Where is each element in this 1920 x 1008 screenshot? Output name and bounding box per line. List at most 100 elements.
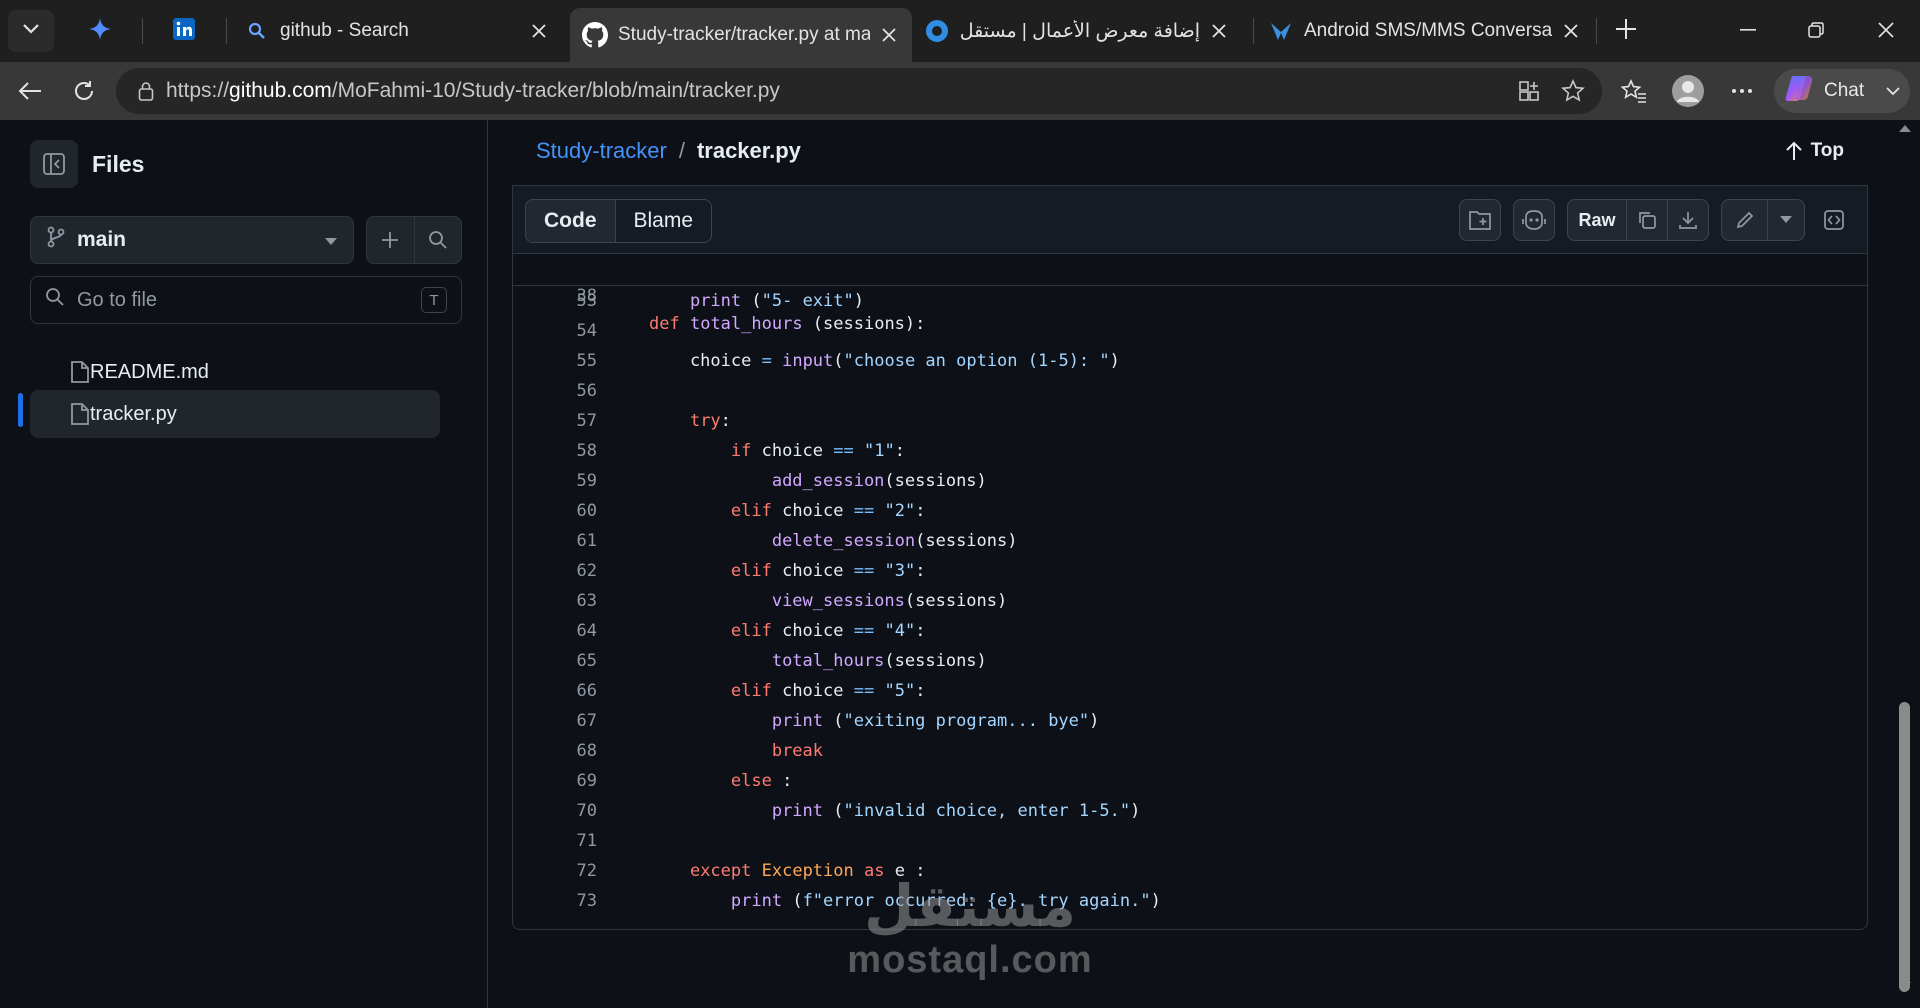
line-number: 65 xyxy=(576,651,597,671)
new-tab-button[interactable] xyxy=(1606,14,1646,48)
branch-name: main xyxy=(77,228,127,251)
branch-selector[interactable]: main xyxy=(30,216,354,264)
tree-item-readme[interactable]: README.md xyxy=(30,348,440,396)
reload-button[interactable] xyxy=(62,70,106,112)
copy-raw-button[interactable] xyxy=(1626,200,1667,240)
tab-actions-menu-button[interactable] xyxy=(8,10,54,52)
line-number: 66 xyxy=(576,681,597,701)
code-line-row: 61 delete_session(sessions) xyxy=(513,526,1867,556)
apps-icon[interactable] xyxy=(1510,74,1548,108)
close-icon[interactable] xyxy=(1208,20,1230,42)
top-label: Top xyxy=(1810,140,1844,161)
back-button[interactable] xyxy=(8,70,52,112)
tab-android-sms[interactable]: Android SMS/MMS Conversation xyxy=(1256,8,1594,54)
code-line-row: 73 print (f"error occurred: {e}. try aga… xyxy=(513,886,1867,916)
pinned-tab-copilot[interactable] xyxy=(80,14,120,48)
scroll-up-arrow-icon[interactable] xyxy=(1899,124,1911,132)
url-text[interactable]: https://github.com/MoFahmi-10/Study-trac… xyxy=(166,79,780,103)
code-line: print ("5- exit") xyxy=(689,291,864,311)
star-icon[interactable] xyxy=(1554,74,1592,108)
breadcrumb-separator: / xyxy=(678,138,685,163)
breadcrumb-repo-link[interactable]: Study-tracker xyxy=(536,138,667,164)
line-number: 58 xyxy=(576,441,597,461)
line-number: 71 xyxy=(576,831,597,851)
line-number: 57 xyxy=(576,411,597,431)
page-scrollbar[interactable] xyxy=(1894,120,1916,1008)
restore-button[interactable] xyxy=(1786,10,1846,50)
close-icon[interactable] xyxy=(1560,20,1582,42)
tab-mostaql[interactable]: إضافة معرض الأعمال | مستقل xyxy=(912,8,1242,54)
line-number: 55 xyxy=(576,351,597,371)
search-files-button[interactable] xyxy=(413,217,462,263)
line-number: 64 xyxy=(576,621,597,641)
scroll-down-arrow-icon[interactable] xyxy=(1899,982,1911,990)
url-host: github.com xyxy=(229,79,332,102)
url-prefix: https:// xyxy=(166,79,230,102)
code-line: else : xyxy=(730,771,793,791)
raw-button[interactable]: Raw xyxy=(1568,200,1626,240)
files-title: Files xyxy=(92,150,145,177)
file-tree-sidebar: Files main Go to file T README.md tracke… xyxy=(6,120,488,1008)
file-icon xyxy=(70,360,90,390)
tab-code[interactable]: Code xyxy=(526,200,616,242)
code-line: break xyxy=(771,741,824,761)
tab-separator xyxy=(142,18,143,44)
line-number: 54 xyxy=(576,321,597,341)
line-number: 72 xyxy=(576,861,597,881)
more-options-button[interactable] xyxy=(1720,70,1764,112)
search-icon xyxy=(428,231,447,249)
profile-button[interactable] xyxy=(1666,70,1710,112)
minimize-icon xyxy=(1740,29,1756,31)
tab-title: Study-tracker/tracker.py at main xyxy=(618,24,870,45)
code-line: choice = input("choose an option (1-5): … xyxy=(649,351,1120,371)
close-icon[interactable] xyxy=(528,20,550,42)
tab-separator xyxy=(1253,18,1254,44)
go-to-file-input[interactable]: Go to file T xyxy=(30,276,462,324)
code-line-row: 72 except Exception as e : xyxy=(513,856,1867,886)
edit-file-button[interactable] xyxy=(1722,200,1767,240)
file-view: Study-tracker / tracker.py Top Code Blam… xyxy=(512,120,1868,1008)
copilot-chat-button[interactable]: Chat xyxy=(1774,69,1910,113)
close-icon[interactable] xyxy=(878,24,900,46)
file-directory-icon xyxy=(1469,211,1491,230)
avatar xyxy=(1672,75,1704,107)
chevron-down-icon xyxy=(1886,80,1900,102)
symbols-panel-button[interactable] xyxy=(1459,199,1501,241)
close-icon xyxy=(1878,22,1894,38)
edit-options-dropdown[interactable] xyxy=(1767,200,1804,240)
line-number: 62 xyxy=(576,561,597,581)
code-view[interactable]: 38 def total_hours (sessions): 53 print … xyxy=(513,254,1867,916)
chat-label: Chat xyxy=(1824,80,1865,101)
github-icon xyxy=(582,22,608,48)
tab-github-search[interactable]: github - Search xyxy=(232,8,562,54)
plus-icon xyxy=(382,232,399,248)
code-line-row: 66 elif choice == "5": xyxy=(513,676,1867,706)
tab-study-tracker[interactable]: Study-tracker/tracker.py at main xyxy=(570,8,912,62)
tab-blame[interactable]: Blame xyxy=(616,200,712,242)
minimize-button[interactable] xyxy=(1718,10,1778,50)
lock-icon xyxy=(126,81,166,101)
keyboard-shortcut-badge: T xyxy=(421,287,447,313)
address-bar[interactable]: https://github.com/MoFahmi-10/Study-trac… xyxy=(116,68,1602,114)
favorites-button[interactable] xyxy=(1612,70,1656,112)
download-icon xyxy=(1679,212,1697,229)
code-line-row: 58 if choice == "1": xyxy=(513,436,1867,466)
scrollbar-thumb[interactable] xyxy=(1899,702,1910,992)
collapse-sidebar-button[interactable] xyxy=(30,140,78,188)
code-line: if choice == "1": xyxy=(730,441,905,461)
search-icon xyxy=(244,18,270,44)
close-window-button[interactable] xyxy=(1856,10,1916,50)
back-to-top-button[interactable]: Top xyxy=(1785,140,1844,162)
add-file-button[interactable] xyxy=(367,217,414,263)
download-raw-button[interactable] xyxy=(1667,200,1708,240)
code-line-row: 69 else : xyxy=(513,766,1867,796)
code-line: elif choice == "4": xyxy=(730,621,926,641)
code-line: print (f"error occurred: {e}. try again.… xyxy=(730,891,1161,911)
tree-item-tracker-py[interactable]: tracker.py xyxy=(30,390,440,438)
pinned-tab-linkedin[interactable] xyxy=(164,14,204,48)
copilot-icon xyxy=(1784,74,1814,108)
code-view-toggle-button[interactable] xyxy=(1813,199,1855,241)
copilot-button[interactable] xyxy=(1513,199,1555,241)
code-line: add_session(sessions) xyxy=(771,471,987,491)
mostaql-icon xyxy=(924,18,950,44)
